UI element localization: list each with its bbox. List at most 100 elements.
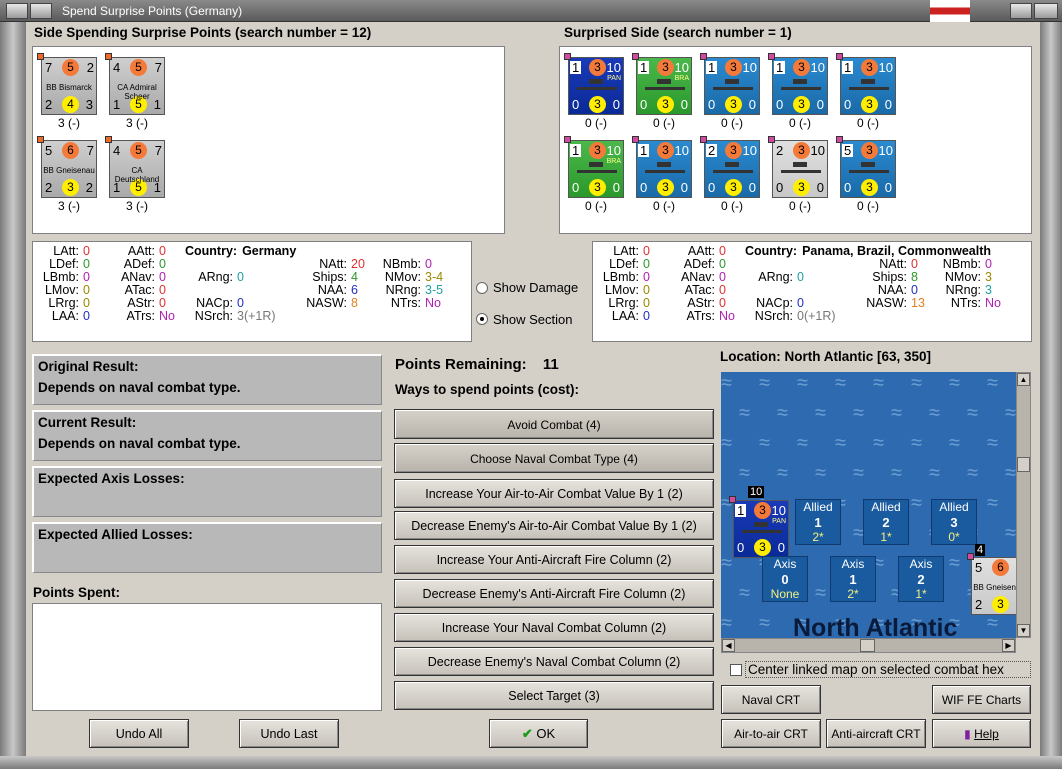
spend-option-button[interactable]: Avoid Combat (4) xyxy=(394,409,714,439)
original-result-box: Original Result: Depends on naval combat… xyxy=(32,354,382,405)
undo-last-button[interactable]: Undo Last xyxy=(239,719,339,748)
title-bar[interactable]: Spend Surprise Points (Germany) xyxy=(0,0,1062,22)
unit-counter[interactable]: 4 7 1 1 5 5 CA Admiral Scheer xyxy=(109,57,165,115)
map-location: Location: North Atlantic [63, 350] xyxy=(720,349,932,364)
scroll-up-icon[interactable]: ▲ xyxy=(1017,373,1030,386)
spend-option-button[interactable]: Increase Your Anti-Aircraft Fire Column … xyxy=(394,545,714,574)
center-linked-checkbox[interactable] xyxy=(730,664,742,676)
combat-box-value: 0* xyxy=(948,530,960,544)
unit-counter[interactable]: 1 10 0 0 3 3 xyxy=(840,57,896,115)
unit-counter[interactable]: 5 7 2 2 6 3 BB Gneisenau xyxy=(41,140,97,198)
maximize-button[interactable] xyxy=(1010,3,1032,19)
air-to-air-crt-button[interactable]: Air-to-air CRT xyxy=(721,719,821,748)
aa-factor: 3 xyxy=(754,539,771,556)
sea-texture-icon: ≈ xyxy=(759,432,770,454)
unit-counter[interactable]: 1 10 0 0 3 3 xyxy=(704,57,760,115)
combat-box-allied_boxes[interactable]: Allied 1 2* xyxy=(795,499,841,545)
scroll-thumb-v[interactable] xyxy=(1017,457,1030,472)
unit-br: 0 xyxy=(748,180,756,195)
sea-texture-icon: ≈ xyxy=(721,432,732,454)
unit-caption: 0 (-) xyxy=(585,116,607,130)
sea-texture-icon: ≈ xyxy=(929,462,940,484)
unit-caption: 0 (-) xyxy=(857,116,879,130)
sea-texture-icon: ≈ xyxy=(987,612,998,634)
scroll-right-icon[interactable]: ▶ xyxy=(1002,639,1015,652)
unit-counter[interactable]: 4 7 1 1 5 5 CA Deutschland xyxy=(109,140,165,198)
unit-counter[interactable]: 2 10 0 0 3 3 xyxy=(772,140,828,198)
attack-factor: 5 xyxy=(62,59,79,76)
stat-col5-3: NTrs: No xyxy=(357,297,441,310)
close-button[interactable] xyxy=(1034,3,1058,19)
stat-label: ARng: xyxy=(758,270,793,284)
spend-option-button[interactable]: Increase Your Air-to-Air Combat Value By… xyxy=(394,479,714,508)
map-vertical-scrollbar[interactable]: ▲ ▼ xyxy=(1016,372,1031,638)
unit-tr: 10 xyxy=(742,143,757,158)
unit-counter[interactable]: 1 10 0 0 3 3 PAN xyxy=(568,57,624,115)
unit-flag: PAN xyxy=(607,75,621,82)
points-remaining-value: 11 xyxy=(542,356,559,373)
allied-losses-label: Expected Allied Losses: xyxy=(38,527,193,542)
unit-counter[interactable]: 1 10 0 0 3 3 xyxy=(636,140,692,198)
attack-factor: 3 xyxy=(793,142,810,159)
stat-value: 3(+1R) xyxy=(237,309,276,323)
window-frame-left xyxy=(0,22,26,769)
scroll-left-icon[interactable]: ◀ xyxy=(722,639,735,652)
stat-value: 3-4 xyxy=(425,270,444,284)
aa-factor: 3 xyxy=(657,96,674,113)
current-result-value: Depends on naval combat type. xyxy=(38,436,241,451)
back-button[interactable] xyxy=(30,3,52,19)
sea-texture-icon: ≈ xyxy=(815,462,826,484)
unit-caption: 3 (-) xyxy=(58,199,80,213)
help-button[interactable]: ▮ Help xyxy=(932,719,1031,748)
ok-button[interactable]: ✔ OK xyxy=(489,719,588,748)
unit-caption: 3 (-) xyxy=(58,116,80,130)
scroll-thumb-h[interactable] xyxy=(860,639,875,652)
spend-option-button[interactable]: Choose Naval Combat Type (4) xyxy=(394,443,714,473)
unit-bl: 0 xyxy=(844,180,852,195)
scroll-down-icon[interactable]: ▼ xyxy=(1017,624,1030,637)
combat-box-axis_boxes[interactable]: Axis 0 None xyxy=(762,556,808,602)
anti-aircraft-crt-button[interactable]: Anti-aircraft CRT xyxy=(826,719,926,748)
unit-counter[interactable]: 7 2 2 3 5 4 BB Bismarck xyxy=(41,57,97,115)
unit-counter[interactable]: 2 10 0 0 3 3 xyxy=(704,140,760,198)
map-view[interactable]: ≈ ≈ ≈ ≈ ≈ ≈ ≈ ≈ ≈ ≈ ≈ ≈ ≈ ≈ ≈ ≈ ≈ ≈ ≈ ≈ ≈ ≈ ≈ ≈ ≈ ≈ ≈ ≈ ≈ ≈ ≈ ≈ ≈ ≈ ≈ ≈ ≈ ≈ ≈ ≈… xyxy=(721,372,1016,638)
spend-option-button[interactable]: Decrease Enemy's Anti-Aircraft Fire Colu… xyxy=(394,579,714,608)
unit-counter[interactable]: 1 10 0 0 3 3 BRA xyxy=(636,57,692,115)
show-section-radio[interactable] xyxy=(476,313,488,325)
show-section-label[interactable]: Show Section xyxy=(493,312,573,327)
unit-name: BB Bismarck xyxy=(46,83,92,92)
spend-option-button[interactable]: Decrease Enemy's Naval Combat Column (2) xyxy=(394,647,714,676)
combat-box-axis_boxes[interactable]: Axis 2 1* xyxy=(898,556,944,602)
aa-factor: 3 xyxy=(793,179,810,196)
check-icon: ✔ xyxy=(521,726,533,741)
combat-box-axis_boxes[interactable]: Axis 1 2* xyxy=(830,556,876,602)
stat-col3-0: ARng: 0 xyxy=(183,271,244,284)
wif-fe-charts-button[interactable]: WIF FE Charts xyxy=(932,685,1031,714)
spend-option-button[interactable]: Select Target (3) xyxy=(394,681,714,710)
unit-counter[interactable]: 532263BB Gneisenau xyxy=(971,557,1016,615)
combat-box-allied_boxes[interactable]: Allied 3 0* xyxy=(931,499,977,545)
points-spent-list[interactable] xyxy=(32,603,382,711)
system-menu-button[interactable] xyxy=(6,3,28,19)
unit-marker xyxy=(700,136,707,143)
help-button-label: Help xyxy=(974,727,999,741)
map-horizontal-scrollbar[interactable]: ◀ ▶ xyxy=(721,638,1016,653)
show-damage-radio[interactable] xyxy=(476,282,488,294)
stat-value: 0 xyxy=(83,283,90,297)
spend-option-button[interactable]: Decrease Enemy's Air-to-Air Combat Value… xyxy=(394,511,714,540)
show-damage-label[interactable]: Show Damage xyxy=(493,280,578,295)
undo-all-button[interactable]: Undo All xyxy=(89,719,189,748)
combat-box-allied_boxes[interactable]: Allied 2 1* xyxy=(863,499,909,545)
unit-marker xyxy=(37,136,44,143)
ship-silhouette-icon xyxy=(742,522,782,533)
unit-marker xyxy=(105,53,112,60)
unit-bl: 0 xyxy=(776,180,784,195)
unit-counter[interactable]: 1 10 0 0 3 3 BRA xyxy=(568,140,624,198)
left-side-title: Side Spending Surprise Points (search nu… xyxy=(34,25,372,40)
center-linked-label[interactable]: Center linked map on selected combat hex xyxy=(745,661,1031,678)
unit-counter[interactable]: 5 10 0 0 3 3 xyxy=(840,140,896,198)
unit-counter[interactable]: 1 10 0 0 3 3 xyxy=(772,57,828,115)
unit-counter[interactable]: 1 10 0 0 3 3 PAN xyxy=(733,500,789,558)
spend-option-button[interactable]: Increase Your Naval Combat Column (2) xyxy=(394,613,714,642)
naval-crt-button[interactable]: Naval CRT xyxy=(721,685,821,714)
